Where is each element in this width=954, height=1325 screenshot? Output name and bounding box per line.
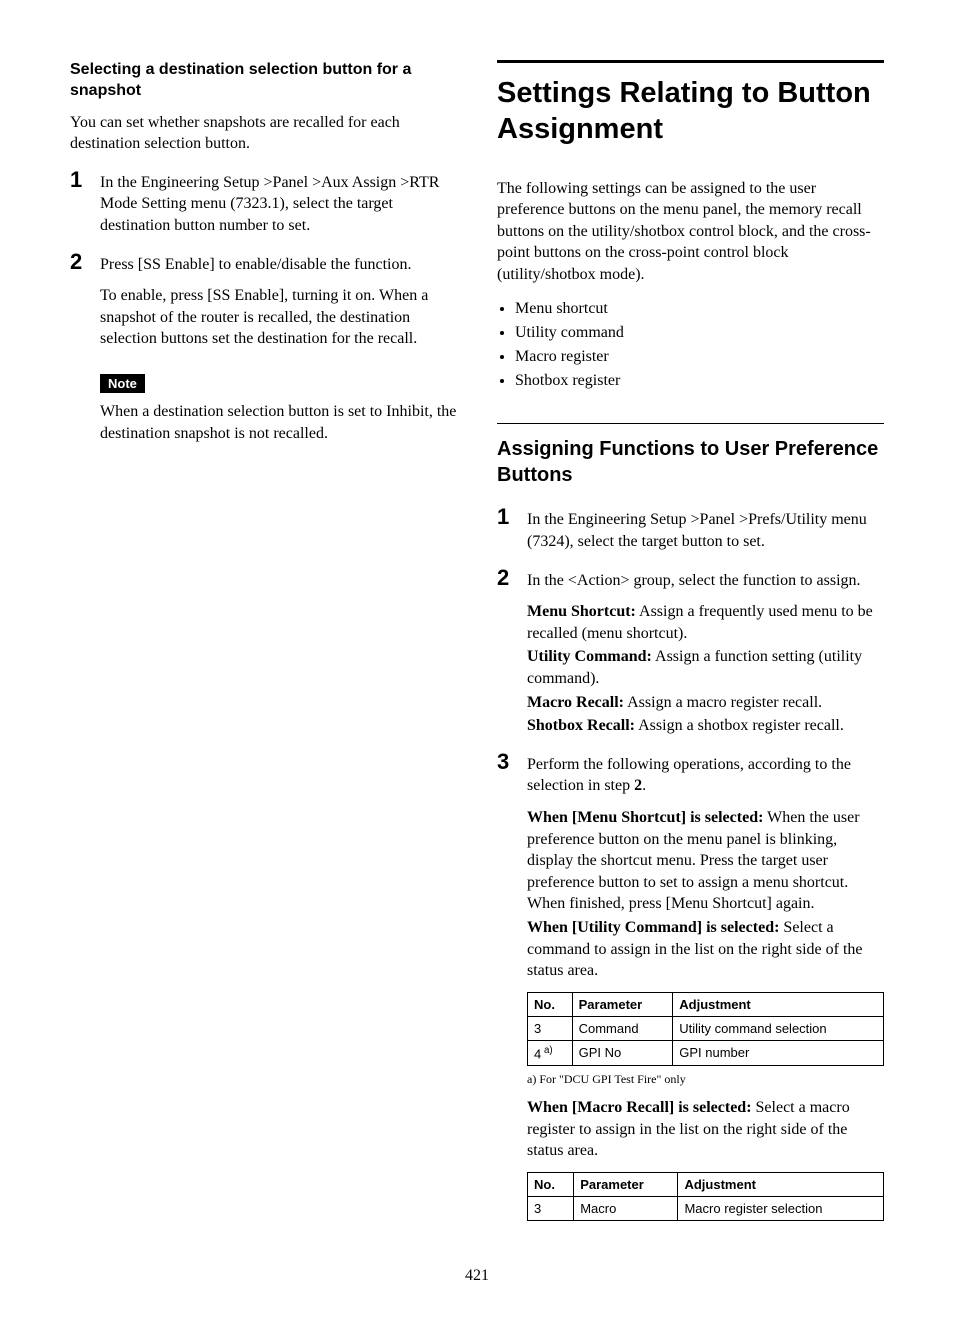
- term: When [Macro Recall] is selected:: [527, 1099, 752, 1116]
- when-item: When [Menu Shortcut] is selected: When t…: [527, 807, 884, 915]
- list-item: Menu shortcut: [515, 297, 884, 321]
- section-intro: The following settings can be assigned t…: [497, 178, 884, 286]
- step-number: 2: [70, 251, 100, 276]
- two-column-layout: Selecting a destination selection button…: [70, 60, 884, 1227]
- cell-adjustment: GPI number: [673, 1040, 884, 1065]
- step-number: 1: [70, 169, 100, 237]
- definition-item: Shotbox Recall: Assign a shotbox registe…: [527, 715, 884, 737]
- step-text: In the <Action> group, select the functi…: [527, 567, 884, 592]
- term: Shotbox Recall:: [527, 717, 635, 734]
- table-header-row: No. Parameter Adjustment: [528, 992, 884, 1016]
- definition-text: Assign a macro register recall.: [624, 694, 822, 711]
- left-column: Selecting a destination selection button…: [70, 60, 457, 1227]
- note-text: When a destination selection button is s…: [100, 401, 457, 444]
- section-heading: Settings Relating to Button Assignment: [497, 75, 884, 148]
- when-block: When [Macro Recall] is selected: Select …: [527, 1097, 884, 1162]
- cell-no: 3: [528, 1016, 573, 1040]
- when-block: When [Menu Shortcut] is selected: When t…: [527, 807, 884, 982]
- page-number: 421: [70, 1267, 884, 1285]
- cell-adjustment: Macro register selection: [678, 1196, 884, 1220]
- step-text: Perform the following operations, accord…: [527, 751, 884, 797]
- subsection-heading: Assigning Functions to User Preference B…: [497, 436, 884, 488]
- step-detail: To enable, press [SS Enable], turning it…: [100, 285, 457, 444]
- step-2: 2 Press [SS Enable] to enable/disable th…: [70, 251, 457, 276]
- step-1: 1 In the Engineering Setup >Panel >Aux A…: [70, 169, 457, 237]
- when-item: When [Macro Recall] is selected: Select …: [527, 1097, 884, 1162]
- col-parameter: Parameter: [574, 1172, 678, 1196]
- parameter-table-macro: No. Parameter Adjustment 3 Macro Macro r…: [527, 1172, 884, 1221]
- table-row: 4 a) GPI No GPI number: [528, 1040, 884, 1065]
- term: Macro Recall:: [527, 694, 624, 711]
- term: When [Menu Shortcut] is selected:: [527, 809, 763, 826]
- table-header-row: No. Parameter Adjustment: [528, 1172, 884, 1196]
- cell-parameter: Macro: [574, 1196, 678, 1220]
- list-item: Macro register: [515, 345, 884, 369]
- right-column: Settings Relating to Button Assignment T…: [497, 60, 884, 1227]
- definition-item: Menu Shortcut: Assign a frequently used …: [527, 601, 884, 644]
- when-item: When [Utility Command] is selected: Sele…: [527, 917, 884, 982]
- col-parameter: Parameter: [572, 992, 673, 1016]
- step-number: 2: [497, 567, 527, 592]
- function-list: Menu shortcut Utility command Macro regi…: [497, 297, 884, 393]
- step-text-a: Perform the following operations, accord…: [527, 756, 851, 795]
- subsection-heading: Selecting a destination selection button…: [70, 60, 457, 102]
- table-footnote: a) For "DCU GPI Test Fire" only: [527, 1072, 884, 1087]
- step-text: Press [SS Enable] to enable/disable the …: [100, 251, 457, 276]
- cell-no: 3: [528, 1196, 574, 1220]
- definition-item: Macro Recall: Assign a macro register re…: [527, 692, 884, 714]
- footnote-ref: a): [541, 1045, 552, 1056]
- term: When [Utility Command] is selected:: [527, 919, 779, 936]
- definition-text: Assign a shotbox register recall.: [635, 717, 844, 734]
- cell-adjustment: Utility command selection: [673, 1016, 884, 1040]
- step-2: 2 In the <Action> group, select the func…: [497, 567, 884, 592]
- definition-list: Menu Shortcut: Assign a frequently used …: [527, 601, 884, 737]
- step-text: In the Engineering Setup >Panel >Aux Ass…: [100, 169, 457, 237]
- list-item: Shotbox register: [515, 369, 884, 393]
- list-item: Utility command: [515, 321, 884, 345]
- col-no: No.: [528, 992, 573, 1016]
- step-detail-text: To enable, press [SS Enable], turning it…: [100, 285, 457, 350]
- table-row: 3 Command Utility command selection: [528, 1016, 884, 1040]
- cell-no: 4 a): [528, 1040, 573, 1065]
- step-number: 3: [497, 751, 527, 797]
- parameter-table-utility: No. Parameter Adjustment 3 Command Utili…: [527, 992, 884, 1066]
- step-3: 3 Perform the following operations, acco…: [497, 751, 884, 797]
- step-text: In the Engineering Setup >Panel >Prefs/U…: [527, 506, 884, 552]
- term: Menu Shortcut:: [527, 603, 636, 620]
- section-rule: [497, 60, 884, 63]
- intro-paragraph: You can set whether snapshots are recall…: [70, 112, 457, 155]
- cell-parameter: Command: [572, 1016, 673, 1040]
- term: Utility Command:: [527, 648, 652, 665]
- table-row: 3 Macro Macro register selection: [528, 1196, 884, 1220]
- step-ref: 2: [634, 777, 642, 794]
- col-adjustment: Adjustment: [678, 1172, 884, 1196]
- col-no: No.: [528, 1172, 574, 1196]
- col-adjustment: Adjustment: [673, 992, 884, 1016]
- subsection-rule: [497, 423, 884, 424]
- cell-parameter: GPI No: [572, 1040, 673, 1065]
- definition-item: Utility Command: Assign a function setti…: [527, 646, 884, 689]
- note-badge: Note: [100, 374, 145, 393]
- step-number: 1: [497, 506, 527, 552]
- step-text-b: .: [642, 777, 646, 794]
- step-1: 1 In the Engineering Setup >Panel >Prefs…: [497, 506, 884, 552]
